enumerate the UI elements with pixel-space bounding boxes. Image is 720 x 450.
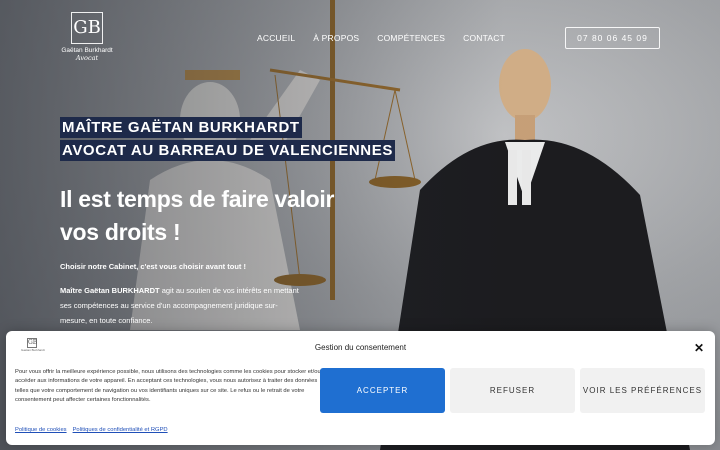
- close-icon[interactable]: ✕: [694, 341, 704, 355]
- consent-title: Gestion du consentement: [314, 343, 407, 352]
- intro-name: Maître Gaëtan BURKHARDT: [60, 286, 160, 295]
- cookie-consent-banner: GB Gaëtan Burkhardt Gestion du consentem…: [6, 331, 715, 445]
- accept-button[interactable]: ACCEPTER: [320, 368, 445, 413]
- nav-item-competences[interactable]: COMPÉTENCES: [377, 33, 445, 43]
- consent-links: Politique de cookies Politiques de confi…: [15, 427, 168, 433]
- nav-item-a-propos[interactable]: À PROPOS: [313, 33, 359, 43]
- main-nav: ACCUEIL À PROPOS COMPÉTENCES CONTACT: [257, 33, 505, 43]
- hero-headline: Il est temps de faire valoir vos droits …: [60, 186, 335, 245]
- consent-text: Pour vous offrir la meilleure expérience…: [15, 369, 321, 403]
- hero-tagline: Choisir notre Cabinet, c'est vous choisi…: [60, 262, 246, 271]
- hero-kicker: MAÎTRE GAËTAN BURKHARDT AVOCAT AU BARREA…: [60, 117, 395, 161]
- preferences-button[interactable]: VOIR LES PRÉFÉRENCES: [580, 368, 705, 413]
- refuse-button[interactable]: REFUSER: [450, 368, 575, 413]
- logo-subtitle: Avocat: [75, 54, 99, 62]
- site-logo[interactable]: GB Gaëtan Burkhardt Avocat: [58, 12, 116, 62]
- privacy-policy-link[interactable]: Politiques de confidentialité et RGPD: [73, 427, 168, 433]
- logo-name: Gaëtan Burkhardt: [61, 47, 113, 54]
- hero-intro: Maître Gaëtan BURKHARDT agit au soutien …: [60, 283, 300, 328]
- cookie-policy-link[interactable]: Politique de cookies: [15, 427, 67, 433]
- phone-button[interactable]: 07 80 06 45 09: [565, 27, 660, 49]
- logo-monogram: GB: [71, 12, 103, 44]
- nav-item-accueil[interactable]: ACCUEIL: [257, 33, 295, 43]
- kicker-line-name: MAÎTRE GAËTAN BURKHARDT: [60, 117, 302, 138]
- nav-item-contact[interactable]: CONTACT: [463, 33, 505, 43]
- kicker-line-title: AVOCAT AU BARREAU DE VALENCIENNES: [60, 140, 395, 161]
